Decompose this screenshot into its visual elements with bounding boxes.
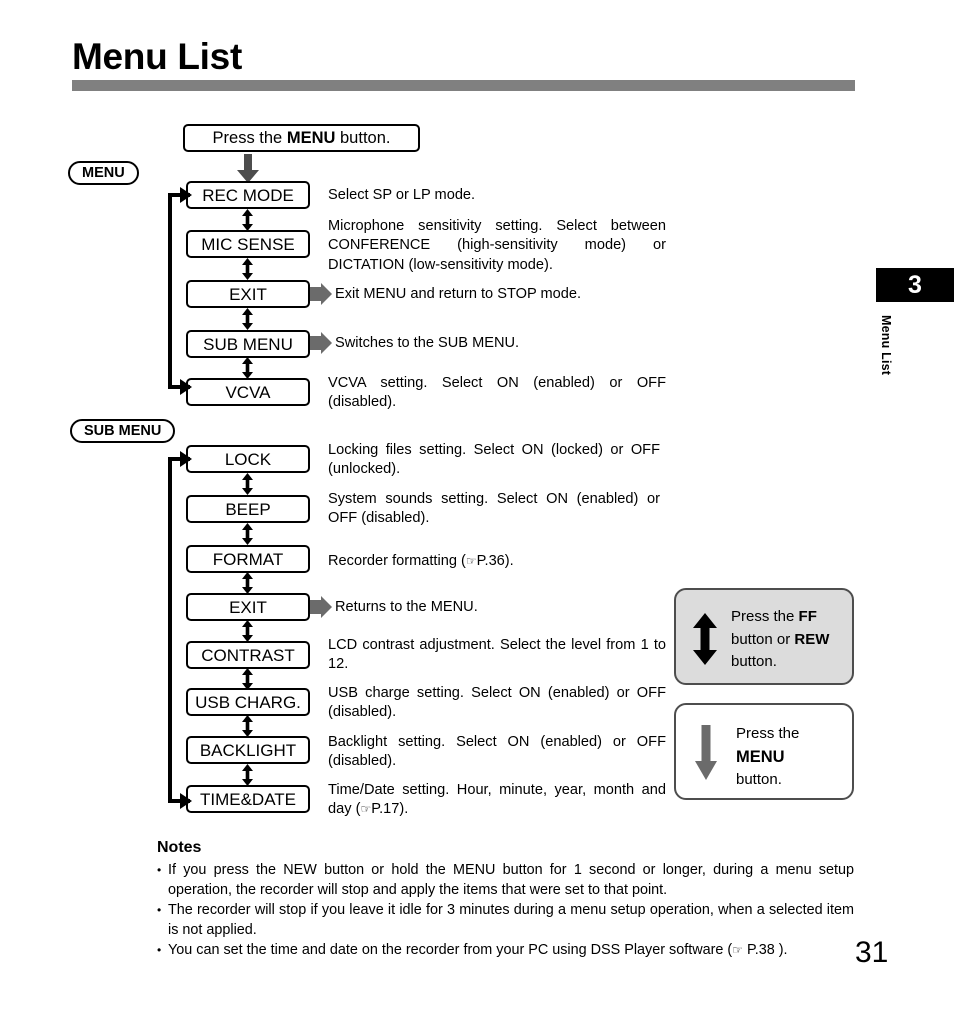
- legend-ff-bold: FF: [798, 608, 817, 625]
- menu-item-description: Switches to the SUB MENU.: [335, 335, 520, 351]
- submenu-item-description: Returns to the MENU.: [335, 599, 478, 615]
- submenu-item-format[interactable]: FORMAT: [186, 545, 310, 573]
- menu-loop-connector: [168, 187, 192, 395]
- submenu-item-description: USB charge setting. Select ON (enabled) …: [328, 685, 666, 721]
- submenu-item-description-time-date: Time/Date setting. Hour, minute, year, m…: [328, 781, 666, 820]
- submenu-item-description-format: Recorder formatting (☞P.36).: [328, 552, 660, 571]
- pointer-arrow-icon: [310, 283, 332, 305]
- chapter-tab-label: Menu List: [879, 315, 893, 376]
- menu-badge: MENU: [68, 161, 139, 185]
- legend-line2-pre: button or: [731, 630, 795, 648]
- menu-item-label: REC MODE: [202, 186, 294, 205]
- note-last-post: ).: [778, 942, 788, 959]
- menu-item-mic-sense[interactable]: MIC SENSE: [186, 230, 310, 258]
- up-down-arrow-icon: [242, 473, 253, 495]
- submenu-item-contrast[interactable]: CONTRAST: [186, 641, 310, 669]
- submenu-item-description: Locking files setting. Select ON (locked…: [328, 442, 660, 478]
- format-desc-post: ).: [504, 553, 514, 569]
- pointing-hand-icon: ☞: [732, 943, 743, 958]
- submenu-item-time-and-date[interactable]: TIME&DATE: [186, 785, 310, 813]
- up-down-arrow-icon: [242, 357, 253, 379]
- legend-rew-bold: REW: [794, 630, 830, 648]
- submenu-item-usb-charge[interactable]: USB CHARG.: [186, 688, 310, 716]
- notes-heading: Notes: [157, 839, 202, 856]
- up-down-arrow-icon: [242, 308, 253, 330]
- up-down-arrow-icon: [242, 523, 253, 545]
- timedate-desc-post: ).: [399, 801, 409, 818]
- submenu-item-exit[interactable]: EXIT: [186, 593, 310, 621]
- legend-menu-box: Press the MENU button.: [674, 703, 854, 800]
- menu-item-label: MIC SENSE: [201, 235, 295, 254]
- down-arrow-icon: [695, 725, 717, 780]
- up-down-arrow-icon: [693, 613, 717, 665]
- menu-item-description: VCVA setting. Select ON (enabled) or OFF…: [328, 375, 666, 411]
- legend-line3: button.: [731, 653, 777, 670]
- menu-item-label: SUB MENU: [203, 335, 293, 354]
- pointing-hand-icon: ☞: [360, 802, 372, 817]
- menu-item-rec-mode[interactable]: REC MODE: [186, 181, 310, 209]
- chapter-tab: 3: [876, 268, 954, 302]
- menu-item-description: Select SP or LP mode.: [328, 187, 476, 203]
- menu-item-label: VCVA: [225, 383, 271, 402]
- sub-menu-badge: SUB MENU: [70, 419, 176, 443]
- submenu-item-label: TIME&DATE: [199, 790, 297, 809]
- format-desc-pre: Recorder formatting (: [328, 553, 466, 569]
- press-menu-suffix: button.: [335, 129, 391, 147]
- up-down-arrow-icon: [242, 715, 253, 737]
- menu-item-description: Exit MENU and return to STOP mode.: [335, 286, 582, 302]
- submenu-item-label: USB CHARG.: [195, 693, 301, 712]
- menu-item-label: EXIT: [229, 285, 267, 304]
- up-down-arrow-icon: [242, 764, 253, 786]
- menu-item-exit[interactable]: EXIT: [186, 280, 310, 308]
- submenu-item-label: CONTRAST: [201, 646, 295, 665]
- legend-ff-rew-text: Press the FF button or REW button.: [731, 606, 851, 674]
- legend-menu-line3: button.: [736, 771, 782, 788]
- submenu-item-description: Backlight setting. Select ON (enabled) o…: [328, 734, 666, 770]
- submenu-item-description: System sounds setting. Select ON (enable…: [328, 491, 660, 527]
- up-down-arrow-icon: [242, 668, 253, 690]
- submenu-item-label: FORMAT: [212, 550, 284, 569]
- press-menu-prefix: Press the: [212, 129, 287, 147]
- submenu-item-label: LOCK: [224, 450, 272, 469]
- submenu-item-label: BACKLIGHT: [199, 741, 297, 760]
- note-last-pre: You can set the time and date on the rec…: [168, 942, 733, 959]
- menu-item-description: Microphone sensitivity setting. Select b…: [328, 218, 666, 273]
- note-item-last: You can set the time and date on the rec…: [157, 941, 854, 961]
- up-down-arrow-icon: [242, 258, 253, 280]
- press-menu-button-box: Press the MENU button.: [183, 124, 420, 152]
- legend-menu-text: Press the MENU button.: [736, 723, 851, 792]
- submenu-item-backlight[interactable]: BACKLIGHT: [186, 736, 310, 764]
- page-title: Menu List: [72, 36, 242, 77]
- press-menu-bold: MENU: [286, 129, 336, 147]
- menu-item-vcva[interactable]: VCVA: [186, 378, 310, 406]
- note-last-ref: P.38: [742, 942, 779, 959]
- legend-line1-pre: Press the: [731, 608, 799, 625]
- format-desc-ref: P.36: [476, 553, 505, 569]
- page-number: 31: [855, 936, 889, 969]
- submenu-item-lock[interactable]: LOCK: [186, 445, 310, 473]
- submenu-loop-connector: [168, 451, 192, 809]
- title-divider: [72, 80, 855, 91]
- up-down-arrow-icon: [242, 620, 253, 642]
- note-item: If you press the NEW button or hold the …: [157, 861, 854, 900]
- pointing-hand-icon: ☞: [465, 554, 477, 568]
- submenu-item-label: EXIT: [229, 598, 267, 617]
- pointer-arrow-icon: [310, 596, 332, 618]
- submenu-item-beep[interactable]: BEEP: [186, 495, 310, 523]
- legend-ff-rew-box: Press the FF button or REW button.: [674, 588, 854, 685]
- legend-menu-bold: MENU: [736, 747, 785, 766]
- notes-list: If you press the NEW button or hold the …: [157, 861, 854, 962]
- note-item: The recorder will stop if you leave it i…: [157, 901, 854, 940]
- legend-menu-line1: Press the: [736, 725, 800, 742]
- timedate-desc-ref: P.17: [371, 801, 400, 818]
- submenu-item-label: BEEP: [225, 500, 271, 519]
- pointer-arrow-icon: [310, 332, 332, 354]
- menu-item-sub-menu[interactable]: SUB MENU: [186, 330, 310, 358]
- submenu-item-description: LCD contrast adjustment. Select the leve…: [328, 637, 666, 673]
- chapter-number: 3: [908, 271, 922, 299]
- up-down-arrow-icon: [242, 572, 253, 594]
- up-down-arrow-icon: [242, 209, 253, 231]
